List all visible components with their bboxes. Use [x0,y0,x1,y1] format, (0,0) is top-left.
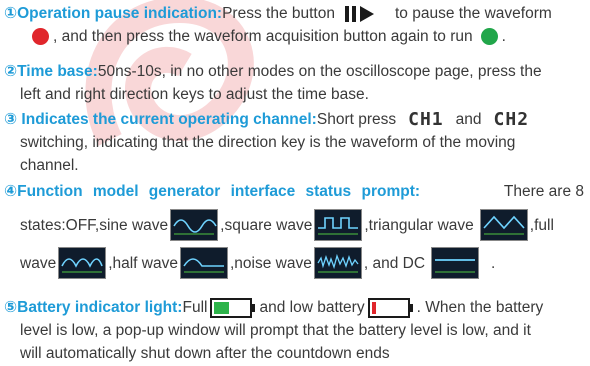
time-base-heading: ②Time base: [4,63,98,80]
battery-low-icon [367,297,413,318]
p3-text-c: channel. [20,157,79,174]
battery-indicator-heading: ⑤Battery indicator light: [4,299,183,316]
p2-text-b: left and right direction keys to adjust … [20,86,369,103]
p4-text-a: There are 8 [503,183,584,200]
battery-indicator-paragraph: ⑤Battery indicator light: Full and low b… [4,296,584,365]
p3-text-b: switching, indicating that the direction… [20,134,516,151]
p3-text-a: Short press [316,111,397,128]
square-wave-icon [314,209,363,241]
p5-low-text: and low battery [259,299,365,316]
pause-play-icon [344,5,374,22]
battery-full-icon [210,297,256,318]
p4-full-text: ,full [529,216,554,234]
time-base-paragraph: ②Time base: 50ns-10s, in no other modes … [4,60,584,106]
red-stop-dot-icon [32,28,49,45]
dc-wave-icon [431,247,480,279]
current-channel-paragraph: ③ Indicates the current operating channe… [4,108,584,177]
p1-text-b: to pause the waveform [394,5,552,22]
p4-triangular-text: ,triangular wave [364,216,474,234]
p1-text-a: Press the button [222,5,335,22]
p5-text-b: level is low, a pop-up window will promp… [20,322,531,339]
p4-half-text: ,half wave [108,254,178,272]
function-generator-paragraph: ④Function model generator interface stat… [4,180,584,279]
full-wave-icon [58,247,107,279]
p1-text-d: . [501,28,506,45]
current-channel-heading: ③ Indicates the current operating channe… [4,111,317,128]
green-run-dot-icon [480,28,498,45]
p5-text-c: will automatically shut down after the c… [20,345,390,362]
p5-full-text: Full [182,299,208,316]
p4-noise-text: ,noise wave [229,254,312,272]
triangular-wave-icon [479,209,528,241]
p4-square-text: ,square wave [220,216,313,234]
ch2-label: CH2 [493,109,530,130]
p1-text-c: , and then press the waveform acquisitio… [53,28,473,45]
p2-text-a: 50ns-10s, in no other modes on the oscil… [97,63,542,80]
noise-wave-icon [313,247,362,279]
p5-text-a: . When the battery [416,299,544,316]
ch1-label: CH1 [408,109,444,130]
operation-pause-paragraph: ①Operation pause indication: Press the b… [4,2,584,48]
sine-wave-icon [170,209,219,241]
function-generator-heading: ④Function model generator interface stat… [4,183,421,200]
operation-pause-heading: ①Operation pause indication: [4,5,223,22]
p3-and: and [455,111,482,128]
p4-states-text: states:OFF,sine wave [20,216,169,234]
half-wave-icon [179,247,228,279]
p4-end-text: . [491,254,496,272]
p4-dc-text: , and DC [363,254,426,272]
p4-wave-text: wave [20,254,57,272]
